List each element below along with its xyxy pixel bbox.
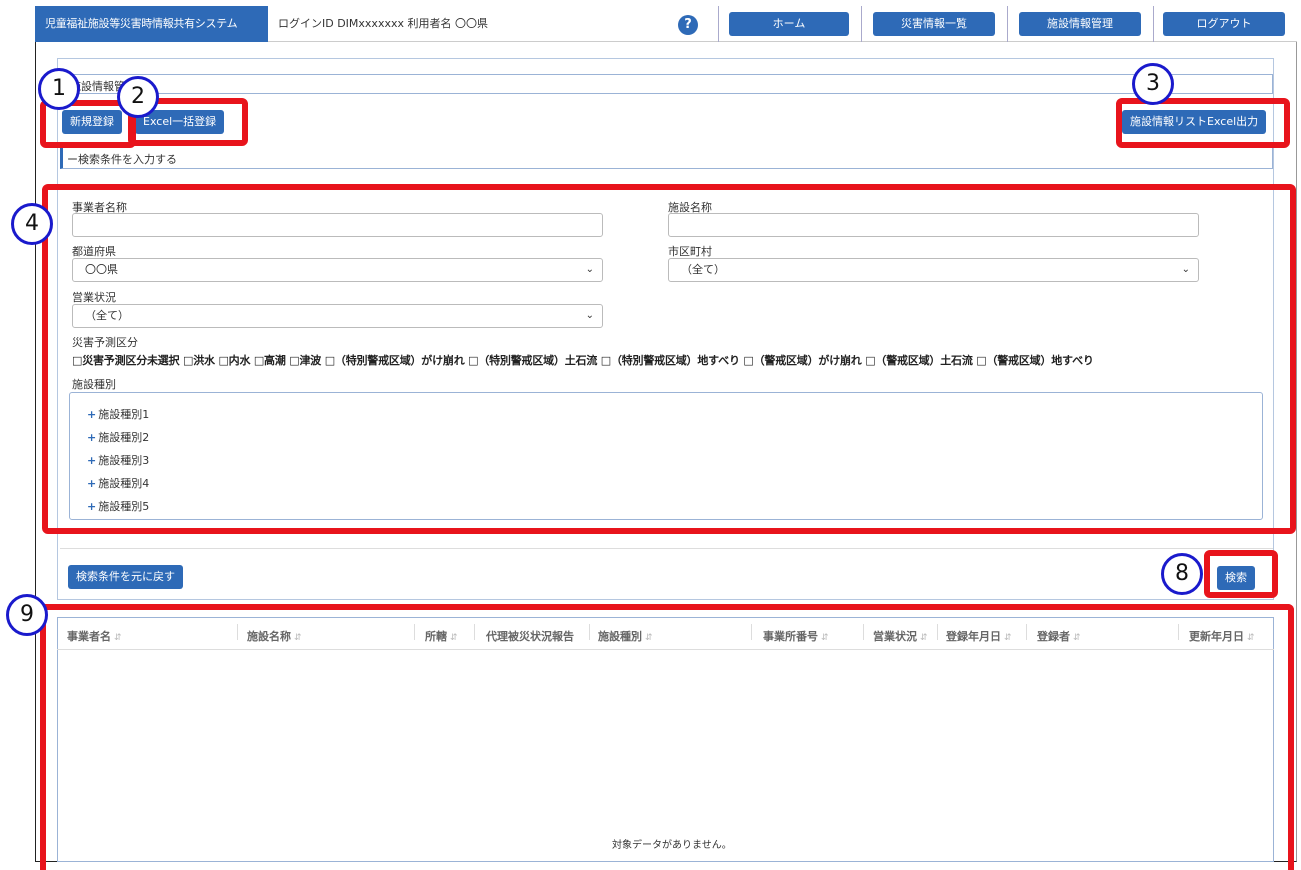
reset-conditions-button[interactable]: 検索条件を元に戻す (68, 565, 183, 589)
callout-4: 4 (11, 203, 53, 245)
callout-1: 1 (38, 68, 80, 110)
nav-divider (718, 6, 719, 42)
search-toggle-label: ー検索条件を入力する (67, 153, 177, 166)
callout-8: 8 (1161, 553, 1203, 595)
home-button[interactable]: ホーム (729, 12, 849, 36)
highlight-box-3 (1116, 98, 1290, 148)
nav-divider (1153, 6, 1154, 42)
callout-2: 2 (117, 76, 159, 118)
callout-3: 3 (1132, 63, 1174, 105)
search-conditions-toggle[interactable]: ー検索条件を入力する (60, 147, 1273, 169)
nav-divider (861, 6, 862, 42)
page-title-bar (60, 74, 1273, 94)
help-icon[interactable]: ? (678, 15, 698, 35)
logout-button[interactable]: ログアウト (1163, 12, 1285, 36)
login-info: ログインID DIMxxxxxxx 利用者名 〇〇県 (278, 17, 488, 30)
callout-9: 9 (6, 594, 48, 636)
facility-management-button[interactable]: 施設情報管理 (1019, 12, 1141, 36)
highlight-box-8 (1204, 550, 1278, 598)
highlight-box-4 (42, 184, 1296, 534)
disaster-list-button[interactable]: 災害情報一覧 (873, 12, 995, 36)
nav-divider (1007, 6, 1008, 42)
system-title: 児童福祉施設等災害時情報共有システム (35, 6, 268, 42)
app-header: 児童福祉施設等災害時情報共有システム ログインID DIMxxxxxxx 利用者… (35, 6, 1297, 42)
divider (60, 548, 1273, 549)
highlight-box-9 (40, 604, 1294, 870)
